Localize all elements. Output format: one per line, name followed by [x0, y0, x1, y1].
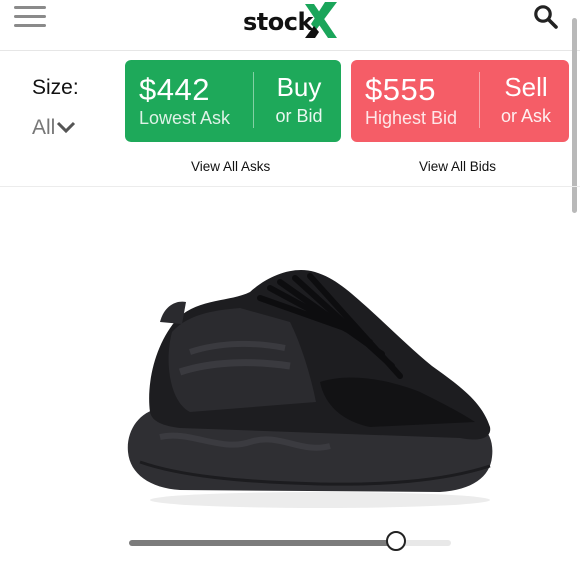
- stockx-logo[interactable]: stock: [243, 0, 363, 44]
- lowest-ask-buy-button[interactable]: $442 Lowest Ask Buy or Bid: [125, 60, 341, 142]
- highest-bid-sell-button[interactable]: $555 Highest Bid Sell or Ask: [351, 60, 569, 142]
- highest-bid-price: $555: [365, 72, 436, 107]
- size-label: Size:: [32, 76, 79, 99]
- size-dropdown[interactable]: All: [32, 116, 76, 140]
- or-ask-label: or Ask: [500, 106, 552, 126]
- search-icon[interactable]: [533, 4, 559, 30]
- highest-bid-caption: Highest Bid: [365, 108, 458, 128]
- card-divider: [253, 72, 254, 128]
- product-sneaker-image: [127, 270, 493, 508]
- lowest-ask-caption: Lowest Ask: [139, 108, 231, 128]
- top-header: stock: [0, 0, 580, 51]
- card-divider: [479, 72, 480, 128]
- image-rotation-slider[interactable]: [129, 531, 451, 551]
- lowest-ask-price: $442: [139, 72, 210, 107]
- slider-thumb[interactable]: [386, 531, 406, 551]
- sell-label: Sell: [504, 72, 548, 102]
- hamburger-menu-icon[interactable]: [14, 6, 46, 30]
- logo-x-mark: [305, 2, 337, 38]
- chevron-down-icon: [56, 116, 76, 140]
- buy-label: Buy: [276, 72, 322, 102]
- size-selected-value: All: [32, 116, 56, 139]
- view-all-bids-link[interactable]: View All Bids: [419, 159, 496, 174]
- section-divider: [0, 186, 580, 187]
- slider-fill: [129, 540, 396, 546]
- view-all-asks-link[interactable]: View All Asks: [191, 159, 270, 174]
- page-scrollbar[interactable]: [572, 18, 577, 213]
- or-bid-label: or Bid: [275, 106, 323, 126]
